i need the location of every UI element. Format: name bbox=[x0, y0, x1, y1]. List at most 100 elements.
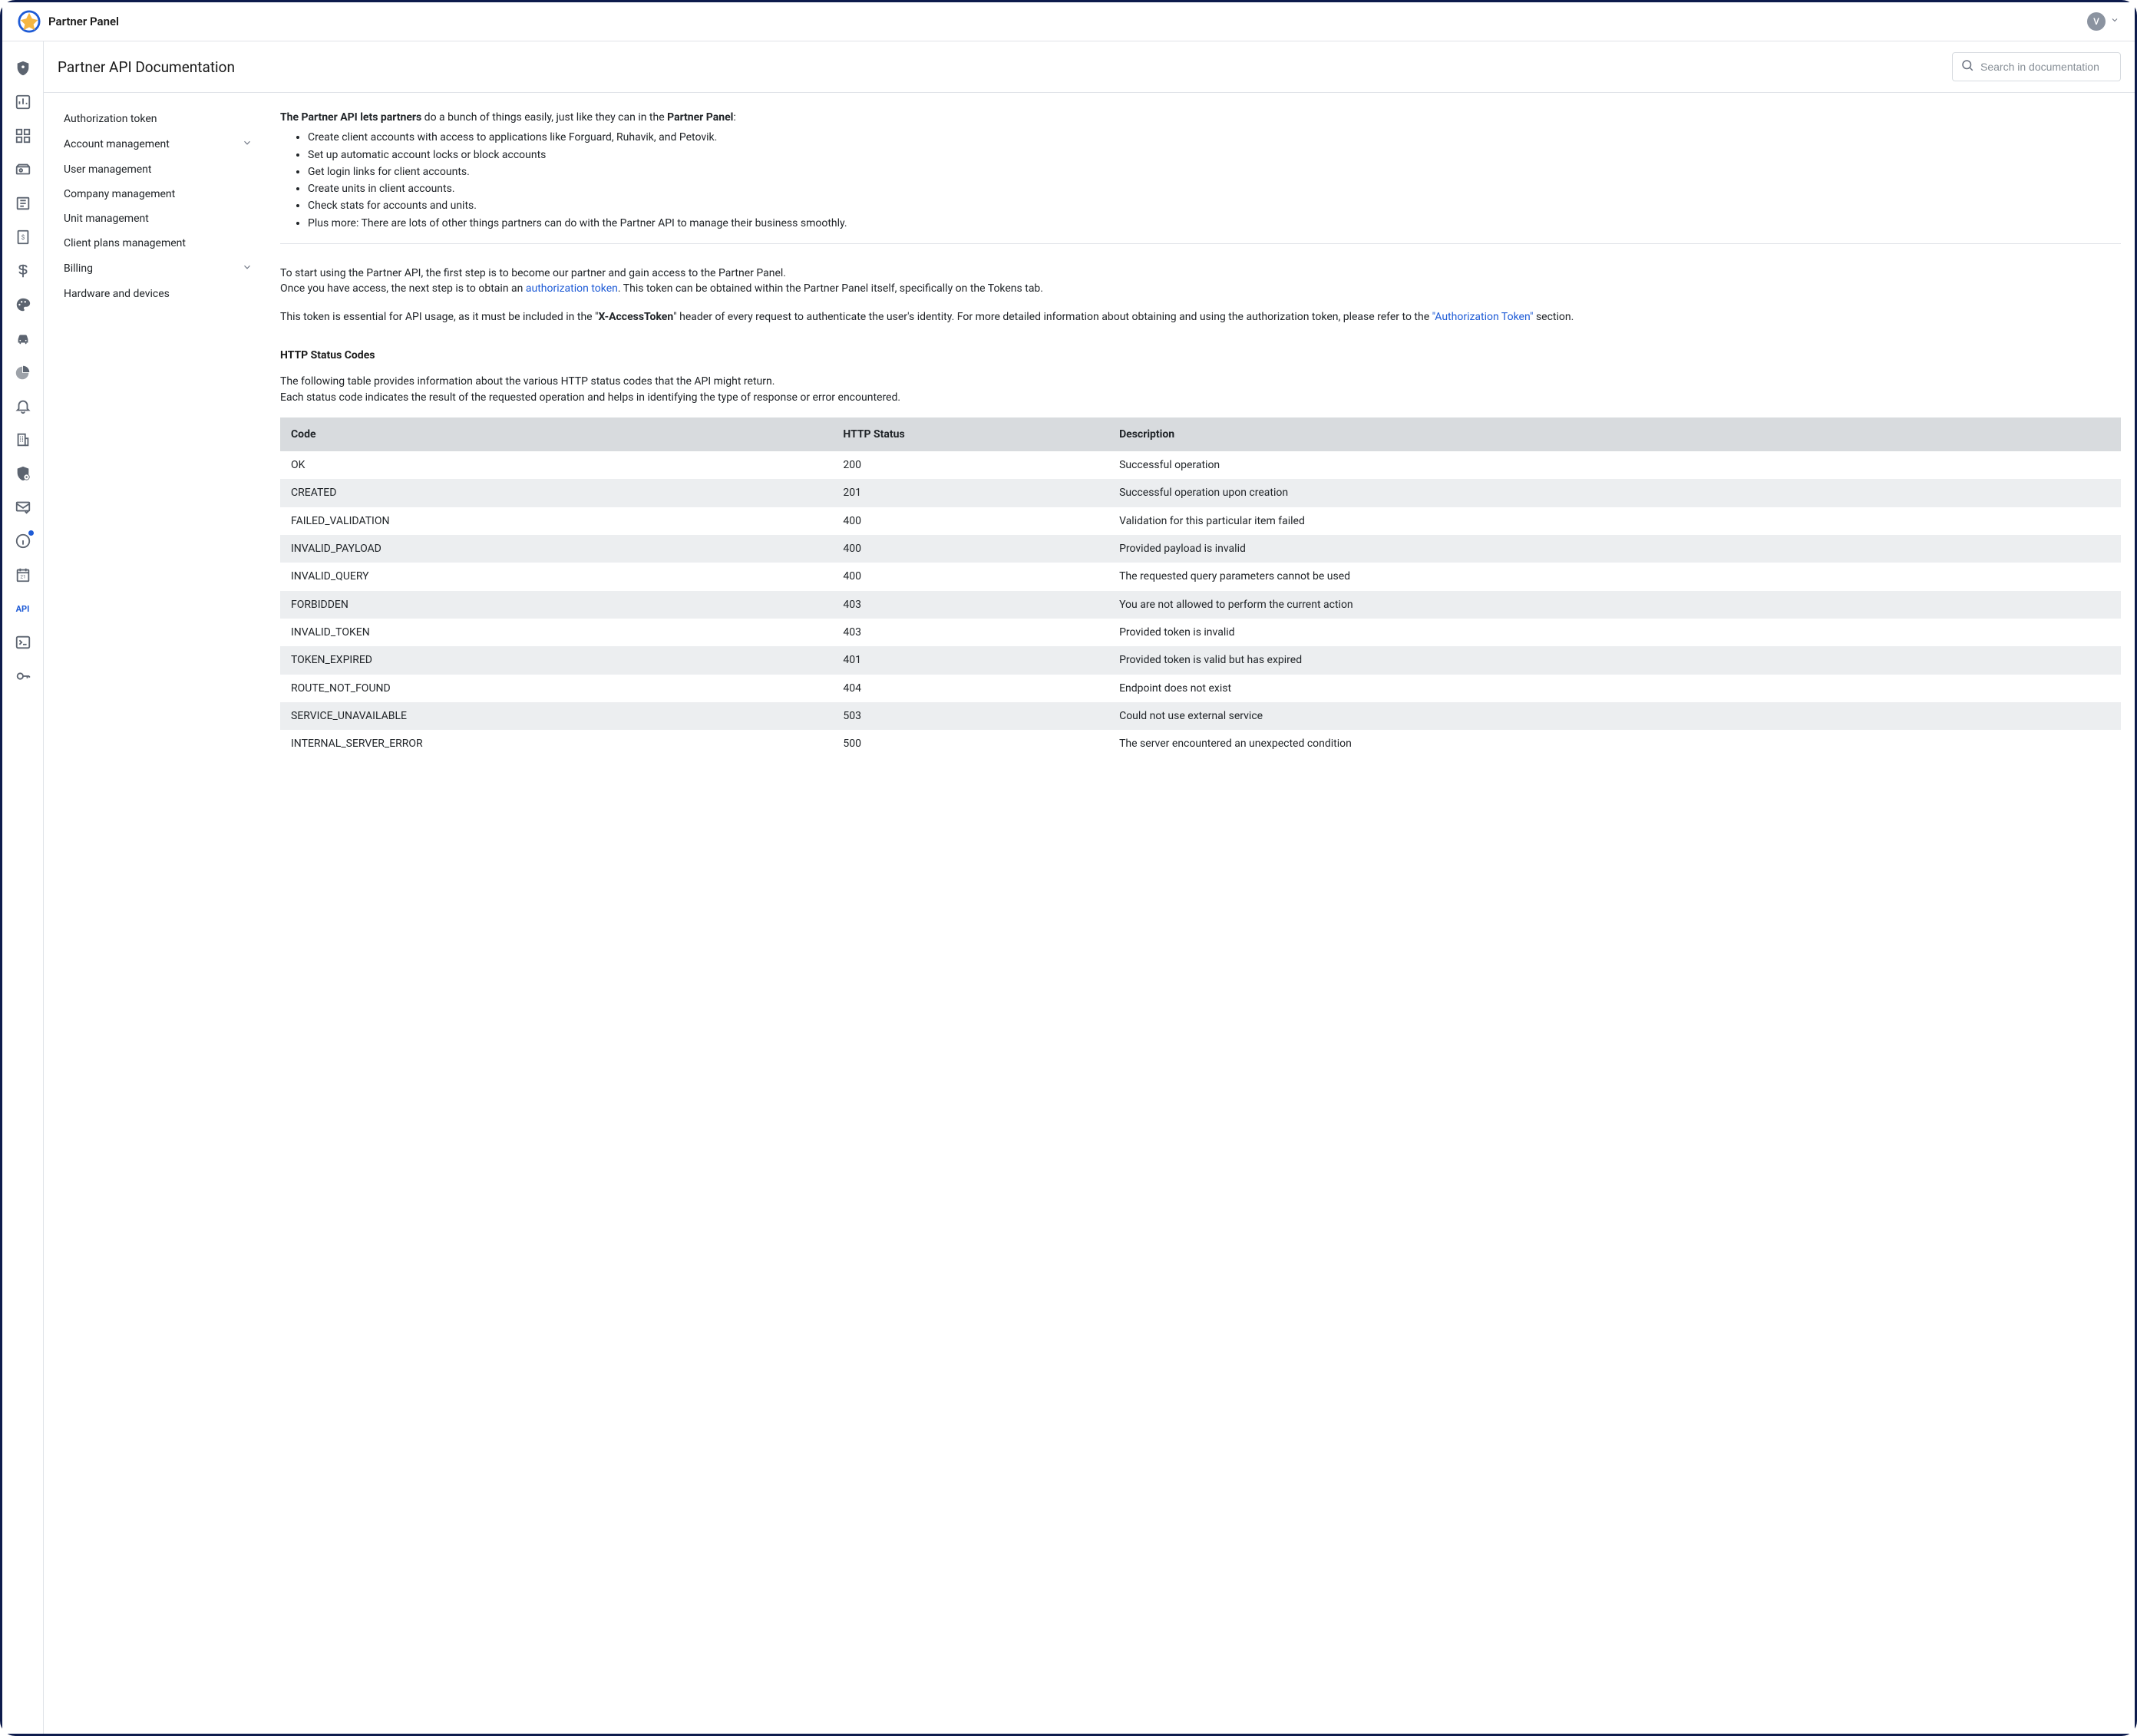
table-cell: INVALID_QUERY bbox=[280, 563, 832, 590]
authorization-token-section-link[interactable]: "Authorization Token" bbox=[1432, 311, 1534, 323]
table-row: CREATED201Successful operation upon crea… bbox=[280, 479, 2121, 507]
table-cell: 404 bbox=[832, 675, 1108, 702]
table-cell: 401 bbox=[832, 646, 1108, 674]
para-start-2: Once you have access, the next step is t… bbox=[280, 281, 2121, 296]
svg-text:$: $ bbox=[21, 233, 25, 242]
table-cell: FORBIDDEN bbox=[280, 591, 832, 619]
table-cell: 500 bbox=[832, 730, 1108, 757]
toc-item[interactable]: Client plans management bbox=[58, 231, 259, 256]
rail-payment-icon[interactable] bbox=[7, 153, 39, 186]
search-box[interactable] bbox=[1952, 52, 2121, 81]
table-cell: INTERNAL_SERVER_ERROR bbox=[280, 730, 832, 757]
rail-mail-check-icon[interactable] bbox=[7, 491, 39, 523]
table-cell: 403 bbox=[832, 591, 1108, 619]
table-cell: 400 bbox=[832, 563, 1108, 590]
intro-bullet-list: Create client accounts with access to ap… bbox=[308, 130, 2121, 231]
toc-item-label: Unit management bbox=[64, 213, 149, 225]
rail-bell-icon[interactable] bbox=[7, 390, 39, 422]
svg-text:21: 21 bbox=[20, 574, 25, 580]
toc-item[interactable]: Account management bbox=[58, 131, 259, 157]
table-cell: INVALID_TOKEN bbox=[280, 619, 832, 646]
toc-item[interactable]: User management bbox=[58, 157, 259, 182]
status-codes-table: Code HTTP Status Description OK200Succes… bbox=[280, 417, 2121, 758]
toc-item[interactable]: Hardware and devices bbox=[58, 282, 259, 306]
table-row: SERVICE_UNAVAILABLE503Could not use exte… bbox=[280, 702, 2121, 730]
toc-item-label: Company management bbox=[64, 188, 175, 200]
rail-segments-icon[interactable] bbox=[7, 356, 39, 388]
toc-item[interactable]: Company management bbox=[58, 182, 259, 206]
table-cell: Successful operation bbox=[1108, 451, 2121, 479]
col-header-code: Code bbox=[280, 417, 832, 451]
table-cell: CREATED bbox=[280, 479, 832, 507]
avatar: V bbox=[2087, 12, 2106, 31]
user-menu[interactable]: V bbox=[2087, 12, 2119, 31]
table-cell: 503 bbox=[832, 702, 1108, 730]
table-row: ROUTE_NOT_FOUND404Endpoint does not exis… bbox=[280, 675, 2121, 702]
table-cell: Provided token is invalid bbox=[1108, 619, 2121, 646]
table-cell: Endpoint does not exist bbox=[1108, 675, 2121, 702]
notification-dot-icon bbox=[28, 530, 34, 536]
rail-news-icon[interactable] bbox=[7, 187, 39, 219]
table-cell: TOKEN_EXPIRED bbox=[280, 646, 832, 674]
para-token: This token is essential for API usage, a… bbox=[280, 309, 2121, 325]
authorization-token-link[interactable]: authorization token bbox=[526, 282, 618, 295]
intro-bullet: Check stats for accounts and units. bbox=[308, 198, 2121, 213]
toc-item[interactable]: Billing bbox=[58, 256, 259, 282]
rail-invoice-icon[interactable]: $ bbox=[7, 221, 39, 253]
table-cell: You are not allowed to perform the curre… bbox=[1108, 591, 2121, 619]
table-cell: 403 bbox=[832, 619, 1108, 646]
table-cell: 201 bbox=[832, 479, 1108, 507]
intro-bullet: Create client accounts with access to ap… bbox=[308, 130, 2121, 145]
table-cell: FAILED_VALIDATION bbox=[280, 507, 832, 535]
rail-dollar-icon[interactable] bbox=[7, 255, 39, 287]
rail-info-icon[interactable] bbox=[7, 525, 39, 557]
rail-building-icon[interactable] bbox=[7, 424, 39, 456]
table-cell: ROUTE_NOT_FOUND bbox=[280, 675, 832, 702]
toc-item-label: Hardware and devices bbox=[64, 288, 170, 300]
toc-item[interactable]: Unit management bbox=[58, 206, 259, 231]
table-cell: Provided token is valid but has expired bbox=[1108, 646, 2121, 674]
rail-terminal-icon[interactable] bbox=[7, 626, 39, 658]
intro-bullet: Get login links for client accounts. bbox=[308, 164, 2121, 180]
toc-item-label: Authorization token bbox=[64, 113, 157, 125]
toc-item-label: Account management bbox=[64, 138, 170, 150]
table-row: INVALID_TOKEN403Provided token is invali… bbox=[280, 619, 2121, 646]
status-codes-heading: HTTP Status Codes bbox=[280, 348, 2121, 363]
rail-palette-icon[interactable] bbox=[7, 289, 39, 321]
topbar: Partner Panel V bbox=[2, 2, 2135, 41]
chevron-down-icon bbox=[242, 262, 253, 276]
chevron-down-icon bbox=[242, 137, 253, 151]
intro-bullet: Create units in client accounts. bbox=[308, 181, 2121, 196]
icon-rail: $ bbox=[2, 41, 44, 1734]
doc-body: The Partner API lets partners do a bunch… bbox=[266, 93, 2135, 1734]
table-cell: SERVICE_UNAVAILABLE bbox=[280, 702, 832, 730]
rail-calendar-icon[interactable]: 21 bbox=[7, 559, 39, 591]
table-cell: Could not use external service bbox=[1108, 702, 2121, 730]
table-cell: Provided payload is invalid bbox=[1108, 535, 2121, 563]
chevron-down-icon bbox=[2110, 15, 2119, 28]
rail-car-icon[interactable] bbox=[7, 322, 39, 355]
para-start-1: To start using the Partner API, the firs… bbox=[280, 266, 2121, 281]
intro-bullet: Plus more: There are lots of other thing… bbox=[308, 216, 2121, 231]
intro-paragraph: The Partner API lets partners do a bunch… bbox=[280, 110, 2121, 125]
rail-grid-icon[interactable] bbox=[7, 120, 39, 152]
table-row: INVALID_PAYLOAD400Provided payload is in… bbox=[280, 535, 2121, 563]
table-row: INTERNAL_SERVER_ERROR500The server encou… bbox=[280, 730, 2121, 757]
table-row: FORBIDDEN403You are not allowed to perfo… bbox=[280, 591, 2121, 619]
page-title: Partner API Documentation bbox=[58, 58, 235, 76]
toc-sidebar: Authorization token Account management Use… bbox=[44, 93, 266, 1734]
rail-key-icon[interactable] bbox=[7, 660, 39, 692]
rail-api[interactable]: API bbox=[7, 592, 39, 625]
status-desc-1: The following table provides information… bbox=[280, 374, 2121, 389]
search-input[interactable] bbox=[1980, 61, 2119, 73]
app-title: Partner Panel bbox=[48, 15, 119, 28]
app-logo bbox=[18, 10, 41, 33]
toc-item[interactable]: Authorization token bbox=[58, 107, 259, 131]
table-cell: Validation for this particular item fail… bbox=[1108, 507, 2121, 535]
rail-shield-icon[interactable] bbox=[7, 52, 39, 84]
table-row: OK200Successful operation bbox=[280, 451, 2121, 479]
rail-shield-settings-icon[interactable] bbox=[7, 457, 39, 490]
rail-dashboard-icon[interactable] bbox=[7, 86, 39, 118]
table-cell: 200 bbox=[832, 451, 1108, 479]
table-cell: 400 bbox=[832, 535, 1108, 563]
